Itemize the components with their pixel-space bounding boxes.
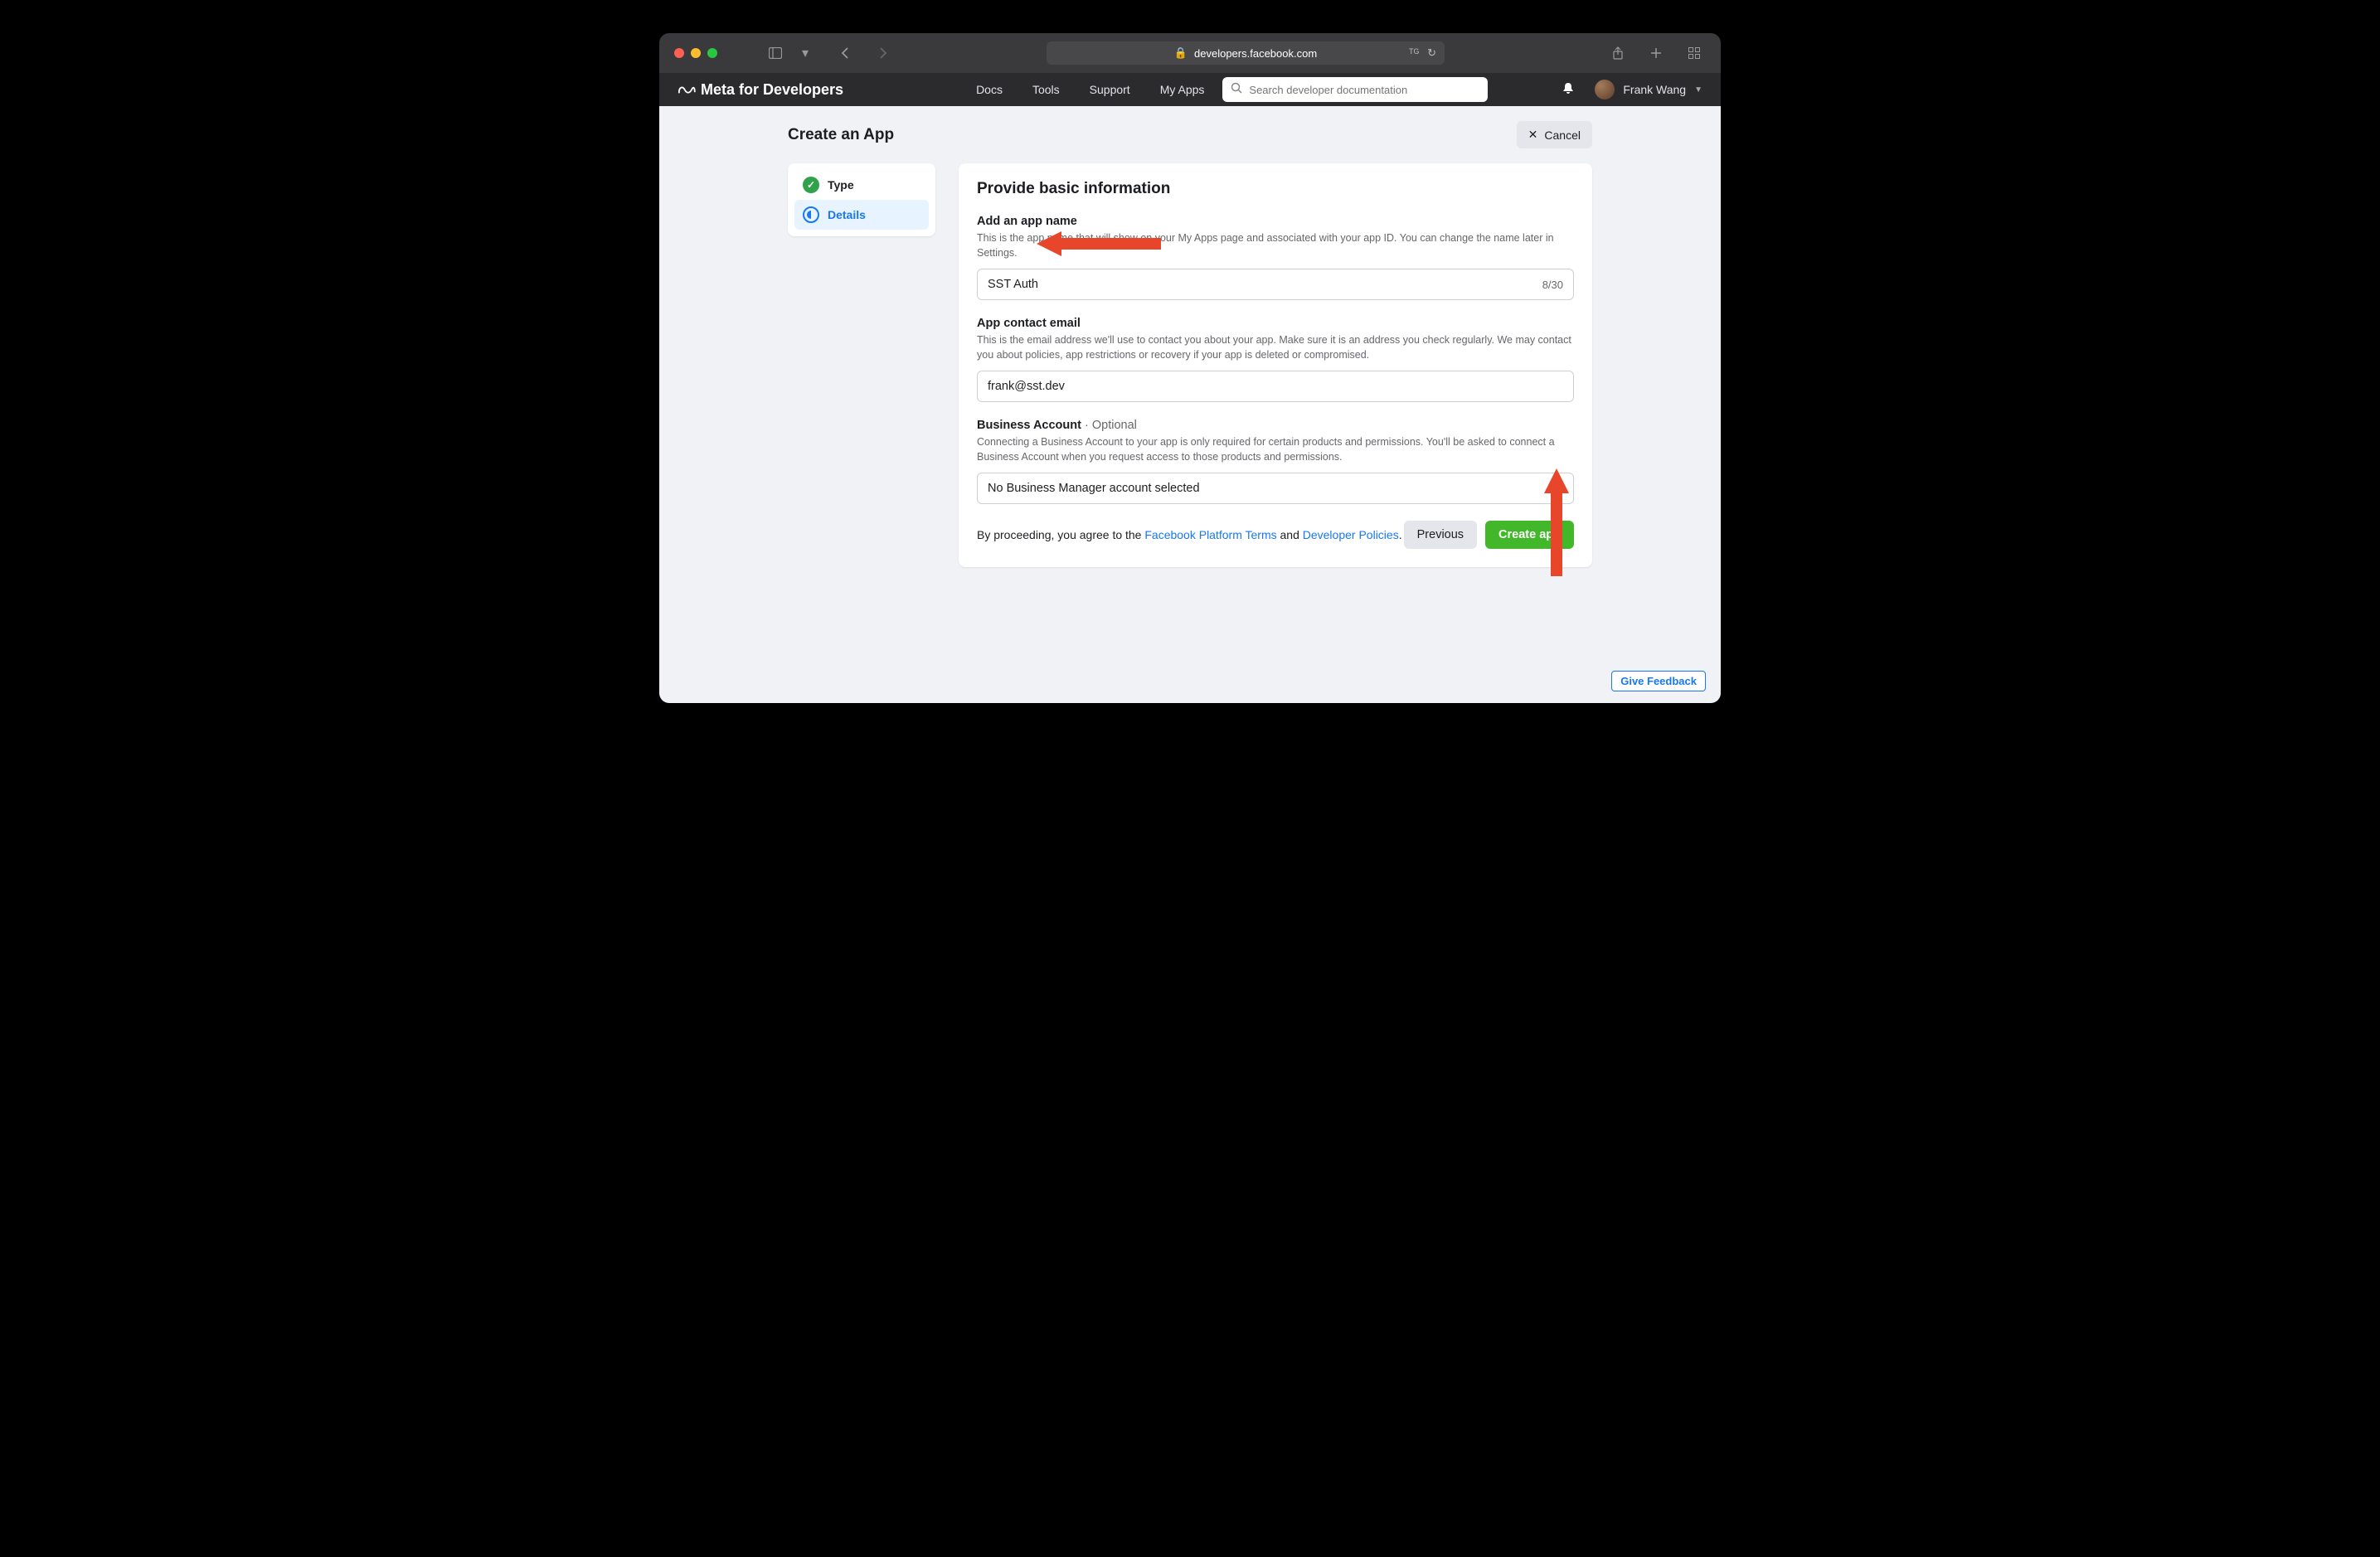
field-label: Business Account · Optional: [977, 419, 1574, 432]
previous-button[interactable]: Previous: [1404, 521, 1477, 549]
steps-sidebar: ✓ Type Details: [788, 163, 935, 236]
agree-text: By proceeding, you agree to the Facebook…: [977, 528, 1402, 541]
business-account-select[interactable]: No Business Manager account selected ▼: [977, 473, 1574, 504]
form-heading: Provide basic information: [977, 180, 1574, 198]
field-label: App contact email: [977, 317, 1574, 330]
chevron-down-icon[interactable]: ▾: [794, 41, 817, 65]
form-panel: Provide basic information Add an app nam…: [959, 163, 1592, 567]
browser-window: ▾ 🔒 developers.facebook.com ᵀᴳ ↻ Meta fo…: [659, 33, 1721, 703]
brand[interactable]: Meta for Developers: [678, 80, 843, 99]
avatar: [1595, 80, 1615, 99]
search-input[interactable]: [1249, 84, 1479, 96]
close-window-icon[interactable]: [674, 48, 684, 58]
tabs-icon[interactable]: [1683, 41, 1706, 65]
nav-support[interactable]: Support: [1090, 83, 1130, 96]
step-details[interactable]: Details: [794, 200, 929, 230]
field-business-account: Business Account · Optional Connecting a…: [977, 419, 1574, 504]
field-app-name: Add an app name This is the app name tha…: [977, 215, 1574, 300]
select-value: No Business Manager account selected: [988, 482, 1200, 495]
site-header: Meta for Developers Docs Tools Support M…: [659, 73, 1721, 106]
nav-tools[interactable]: Tools: [1032, 83, 1060, 96]
user-menu[interactable]: Frank Wang ▼: [1595, 80, 1702, 99]
translate-icon[interactable]: ᵀᴳ: [1409, 46, 1419, 60]
step-label: Type: [828, 178, 854, 192]
titlebar: ▾ 🔒 developers.facebook.com ᵀᴳ ↻: [659, 33, 1721, 73]
search-icon: [1231, 82, 1242, 98]
developer-policies-link[interactable]: Developer Policies: [1303, 528, 1399, 541]
top-nav: Docs Tools Support My Apps: [976, 83, 1204, 96]
back-icon[interactable]: [833, 41, 857, 65]
nav-docs[interactable]: Docs: [976, 83, 1003, 96]
minimize-window-icon[interactable]: [691, 48, 701, 58]
nav-my-apps[interactable]: My Apps: [1160, 83, 1205, 96]
field-help: This is the app name that will show on y…: [977, 231, 1574, 260]
refresh-icon[interactable]: ↻: [1427, 46, 1436, 60]
app-name-input[interactable]: [988, 278, 1542, 291]
step-label: Details: [828, 208, 866, 221]
brand-text: Meta for Developers: [701, 81, 843, 99]
new-tab-icon[interactable]: [1644, 41, 1668, 65]
page-body: Create an App ✕ Cancel ✓ Type Details Pr…: [659, 106, 1721, 703]
address-bar[interactable]: 🔒 developers.facebook.com ᵀᴳ ↻: [1047, 41, 1445, 65]
chevron-down-icon: ▼: [1694, 85, 1702, 95]
share-icon[interactable]: [1606, 41, 1630, 65]
step-type[interactable]: ✓ Type: [794, 170, 929, 200]
bell-icon[interactable]: [1562, 81, 1575, 99]
field-contact-email: App contact email This is the email addr…: [977, 317, 1574, 402]
check-icon: ✓: [803, 177, 819, 193]
platform-terms-link[interactable]: Facebook Platform Terms: [1144, 528, 1276, 541]
lock-icon: 🔒: [1174, 46, 1188, 60]
user-name: Frank Wang: [1623, 83, 1686, 96]
feedback-button[interactable]: Give Feedback: [1611, 671, 1706, 691]
progress-icon: [803, 206, 819, 223]
forward-icon[interactable]: [872, 41, 895, 65]
contact-email-input[interactable]: [988, 380, 1563, 393]
maximize-window-icon[interactable]: [707, 48, 717, 58]
caret-down-icon: ▼: [1555, 484, 1563, 493]
url-text: developers.facebook.com: [1194, 47, 1317, 60]
sidebar-icon[interactable]: [764, 41, 787, 65]
close-icon: ✕: [1528, 128, 1538, 142]
create-app-button[interactable]: Create app: [1485, 521, 1574, 549]
char-counter: 8/30: [1542, 279, 1563, 291]
field-help: This is the email address we'll use to c…: [977, 333, 1574, 362]
page-title: Create an App: [788, 126, 894, 144]
search-box[interactable]: [1222, 77, 1488, 102]
cancel-button[interactable]: ✕ Cancel: [1517, 121, 1592, 148]
cancel-label: Cancel: [1544, 129, 1581, 142]
field-label: Add an app name: [977, 215, 1574, 228]
field-help: Connecting a Business Account to your ap…: [977, 435, 1574, 464]
traffic-lights: [674, 48, 717, 58]
